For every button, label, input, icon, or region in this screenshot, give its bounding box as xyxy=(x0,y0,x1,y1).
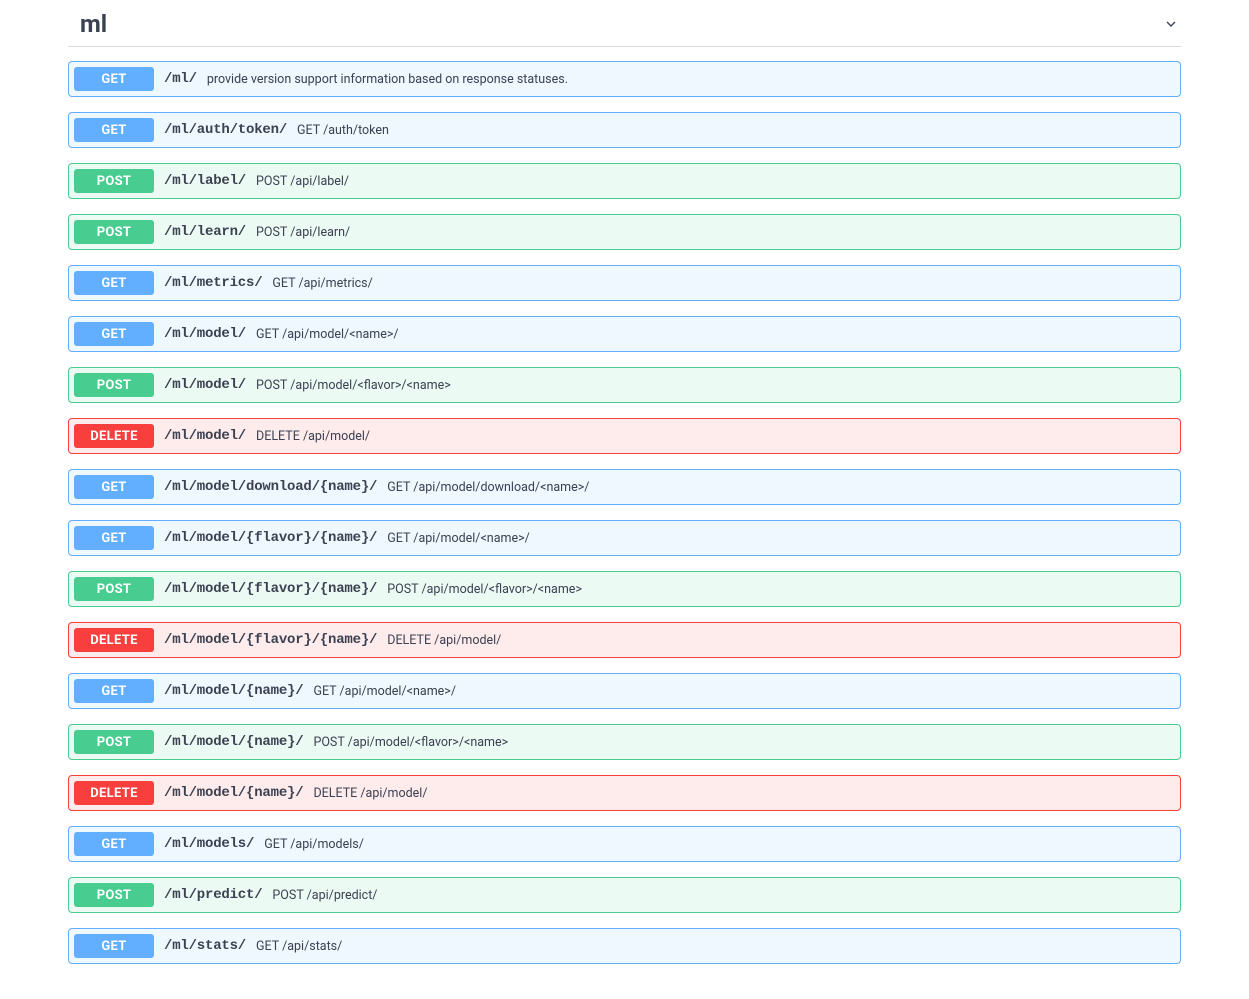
chevron-down-icon[interactable] xyxy=(1161,14,1181,34)
operation-description: GET /api/metrics/ xyxy=(272,276,372,291)
operation-description: POST /api/learn/ xyxy=(256,225,350,240)
operation-description: DELETE /api/model/ xyxy=(387,633,501,648)
operation-row[interactable]: POST/ml/learn/POST /api/learn/ xyxy=(68,214,1181,250)
method-badge: DELETE xyxy=(74,781,154,805)
method-badge: GET xyxy=(74,679,154,703)
operation-row[interactable]: GET/ml/model/{flavor}/{name}/ GET /api/mo… xyxy=(68,520,1181,556)
operation-path: /ml/auth/token/ xyxy=(164,122,287,138)
method-badge: GET xyxy=(74,271,154,295)
operation-description: POST /api/model/<flavor>/<name> xyxy=(387,582,582,597)
method-badge: POST xyxy=(74,730,154,754)
operation-row[interactable]: GET/ml/metrics/GET /api/metrics/ xyxy=(68,265,1181,301)
operation-row[interactable]: POST/ml/predict/POST /api/predict/ xyxy=(68,877,1181,913)
operation-description: GET /api/model/<name>/ xyxy=(256,327,399,342)
operation-path: /ml/model/ xyxy=(164,428,246,444)
operation-row[interactable]: DELETE/ml/model/DELETE /api/model/ xyxy=(68,418,1181,454)
operation-description: GET /api/model/download/<name>/ xyxy=(387,480,589,495)
operation-path: /ml/model/download/{name}/ xyxy=(164,479,377,495)
operation-row[interactable]: GET/ml/model/GET /api/model/<name>/ xyxy=(68,316,1181,352)
section-title: ml xyxy=(80,10,107,38)
operation-path: /ml/model/{flavor}/{name}/ xyxy=(164,530,377,546)
operation-description: POST /api/label/ xyxy=(256,174,349,189)
method-badge: GET xyxy=(74,934,154,958)
operation-path: /ml/predict/ xyxy=(164,887,262,903)
operation-row[interactable]: GET/ml/models/GET /api/models/ xyxy=(68,826,1181,862)
operation-row[interactable]: GET/ml/model/download/{name}/ GET /api/mo… xyxy=(68,469,1181,505)
operation-row[interactable]: POST/ml/model/{name}/ POST /api/model/<fl… xyxy=(68,724,1181,760)
api-container: ml GET/ml/provide version support inform… xyxy=(0,0,1249,999)
operation-description: GET /api/models/ xyxy=(264,837,364,852)
operation-row[interactable]: POST/ml/model/{flavor}/{name}/ POST /api/… xyxy=(68,571,1181,607)
operation-description: POST /api/predict/ xyxy=(272,888,377,903)
method-badge: DELETE xyxy=(74,424,154,448)
operation-description: GET /auth/token xyxy=(297,123,389,138)
operation-path: /ml/stats/ xyxy=(164,938,246,954)
method-badge: GET xyxy=(74,118,154,142)
method-badge: POST xyxy=(74,373,154,397)
operation-path: /ml/model/{name}/ xyxy=(164,785,303,801)
method-badge: POST xyxy=(74,577,154,601)
operation-description: POST /api/model/<flavor>/<name> xyxy=(256,378,451,393)
operation-description: DELETE /api/model/ xyxy=(256,429,370,444)
operation-description: GET /api/model/<name>/ xyxy=(313,684,456,699)
operation-row[interactable]: POST/ml/model/POST /api/model/<flavor>/<… xyxy=(68,367,1181,403)
method-badge: POST xyxy=(74,220,154,244)
section-header[interactable]: ml xyxy=(68,0,1181,47)
operation-description: DELETE /api/model/ xyxy=(313,786,427,801)
method-badge: POST xyxy=(74,169,154,193)
operation-path: /ml/models/ xyxy=(164,836,254,852)
operation-row[interactable]: GET/ml/provide version support informati… xyxy=(68,61,1181,97)
operation-path: /ml/learn/ xyxy=(164,224,246,240)
method-badge: GET xyxy=(74,322,154,346)
operation-path: /ml/ xyxy=(164,71,197,87)
method-badge: POST xyxy=(74,883,154,907)
operation-row[interactable]: GET/ml/auth/token/GET /auth/token xyxy=(68,112,1181,148)
operation-path: /ml/model/{name}/ xyxy=(164,683,303,699)
operation-path: /ml/model/{name}/ xyxy=(164,734,303,750)
operation-row[interactable]: DELETE/ml/model/{flavor}/{name}/ DELETE /… xyxy=(68,622,1181,658)
operation-row[interactable]: POST/ml/label/POST /api/label/ xyxy=(68,163,1181,199)
operation-description: GET /api/model/<name>/ xyxy=(387,531,530,546)
operation-description: provide version support information base… xyxy=(207,72,568,87)
operations-list: GET/ml/provide version support informati… xyxy=(68,61,1181,964)
operation-path: /ml/model/{flavor}/{name}/ xyxy=(164,581,377,597)
operation-row[interactable]: GET/ml/model/{name}/ GET /api/model/<name… xyxy=(68,673,1181,709)
operation-description: GET /api/stats/ xyxy=(256,939,342,954)
operation-description: POST /api/model/<flavor>/<name> xyxy=(313,735,508,750)
operation-path: /ml/model/{flavor}/{name}/ xyxy=(164,632,377,648)
method-badge: GET xyxy=(74,67,154,91)
operation-row[interactable]: DELETE/ml/model/{name}/ DELETE /api/model… xyxy=(68,775,1181,811)
method-badge: GET xyxy=(74,526,154,550)
operation-path: /ml/model/ xyxy=(164,326,246,342)
operation-row[interactable]: GET/ml/stats/GET /api/stats/ xyxy=(68,928,1181,964)
operation-path: /ml/label/ xyxy=(164,173,246,189)
method-badge: DELETE xyxy=(74,628,154,652)
method-badge: GET xyxy=(74,475,154,499)
operation-path: /ml/metrics/ xyxy=(164,275,262,291)
operation-path: /ml/model/ xyxy=(164,377,246,393)
method-badge: GET xyxy=(74,832,154,856)
